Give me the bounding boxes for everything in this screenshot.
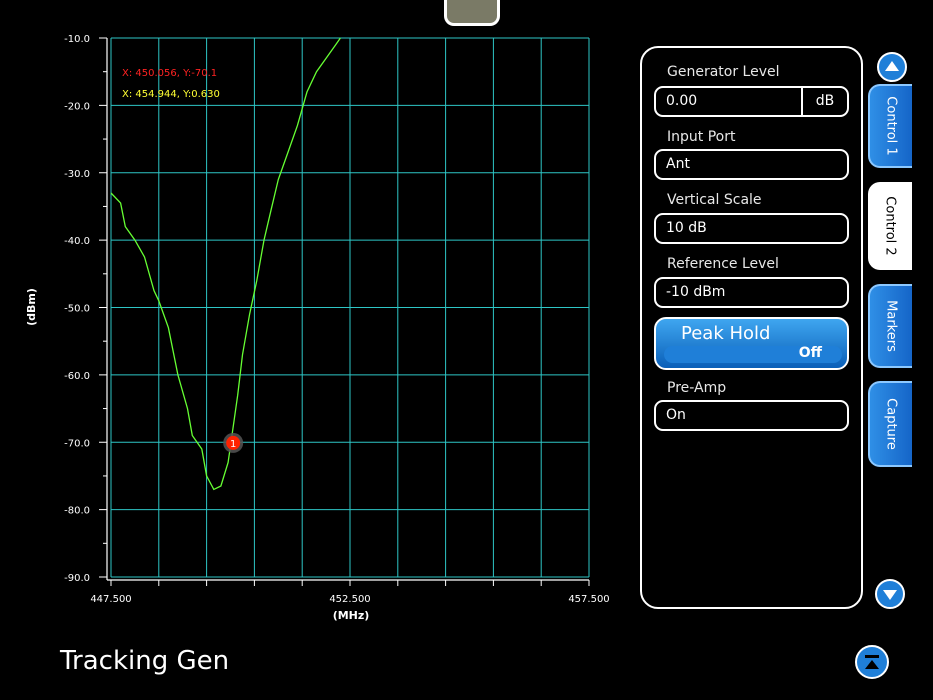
pre-amp-value: On (666, 407, 686, 423)
tab-control-1-label: Control 1 (883, 96, 899, 156)
marker-readout-red: X: 450.056, Y:-70.1 (122, 68, 217, 79)
peak-hold-value: Off (798, 345, 822, 361)
pre-amp-field[interactable]: On (654, 400, 849, 431)
x-tick-label: 447.500 (90, 594, 131, 605)
x-axis-label: (MHz) (333, 609, 370, 622)
tab-markers[interactable]: Markers (868, 284, 912, 368)
y-tick-label: -30.0 (64, 169, 90, 180)
collapse-icon (865, 655, 879, 669)
tab-capture-label: Capture (883, 398, 899, 450)
reference-level-label: Reference Level (667, 256, 779, 272)
peak-hold-label: Peak Hold (681, 323, 771, 344)
y-tick-label: -80.0 (64, 506, 90, 517)
mode-title: Tracking Gen (60, 646, 230, 676)
chart-grid (110, 37, 590, 578)
generator-level-label: Generator Level (667, 64, 780, 80)
chevron-down-icon (883, 590, 897, 600)
y-tick-label: -20.0 (64, 101, 90, 112)
generator-level-field[interactable]: 0.00 dB (654, 86, 849, 117)
tab-control-2[interactable]: Control 2 (868, 182, 912, 270)
generator-level-unit: dB (801, 88, 847, 115)
tab-control-2-label: Control 2 (882, 196, 898, 256)
marker-label: 1 (230, 439, 236, 450)
collapse-button[interactable] (855, 645, 889, 679)
marker-readout-yellow: X: 454.944, Y:0.630 (122, 89, 220, 100)
input-port-field[interactable]: Ant (654, 149, 849, 180)
marker-layer: 1 (223, 432, 244, 453)
pre-amp-label: Pre-Amp (667, 380, 727, 396)
input-port-value: Ant (666, 156, 690, 172)
y-tick-label: -40.0 (64, 236, 90, 247)
input-port-label: Input Port (667, 129, 736, 145)
vertical-scale-value: 10 dB (666, 220, 707, 236)
chevron-up-icon (885, 61, 899, 71)
tab-markers-label: Markers (883, 300, 899, 352)
y-tick-label: -60.0 (64, 371, 90, 382)
tab-control-1[interactable]: Control 1 (868, 84, 912, 168)
y-tick-label: -90.0 (64, 573, 90, 584)
scroll-up-button[interactable] (877, 52, 907, 82)
vertical-scale-label: Vertical Scale (667, 192, 762, 208)
peak-hold-toggle[interactable]: Peak Hold Off (654, 317, 849, 370)
reference-level-value: -10 dBm (666, 284, 726, 300)
vertical-scale-field[interactable]: 10 dB (654, 213, 849, 244)
x-tick-label: 452.500 (329, 594, 370, 605)
y-tick-label: -10.0 (64, 34, 90, 45)
scroll-down-button[interactable] (875, 579, 905, 609)
x-tick-label: 457.500 (568, 594, 609, 605)
chart-ticks: -10.0 -20.0 -30.0 -40.0 -50.0 -60.0 -70.0 -80.0… (64, 34, 610, 605)
y-tick-label: -70.0 (64, 438, 90, 449)
y-axis-label: (dBm) (25, 288, 38, 326)
spectrum-chart: -10.0 -20.0 -30.0 -40.0 -50.0 -60.0 -70.0 -80.0… (25, 34, 610, 622)
y-tick-label: -50.0 (64, 304, 90, 315)
tab-capture[interactable]: Capture (868, 381, 912, 467)
reference-level-field[interactable]: -10 dBm (654, 277, 849, 308)
generator-level-value: 0.00 (666, 93, 698, 109)
